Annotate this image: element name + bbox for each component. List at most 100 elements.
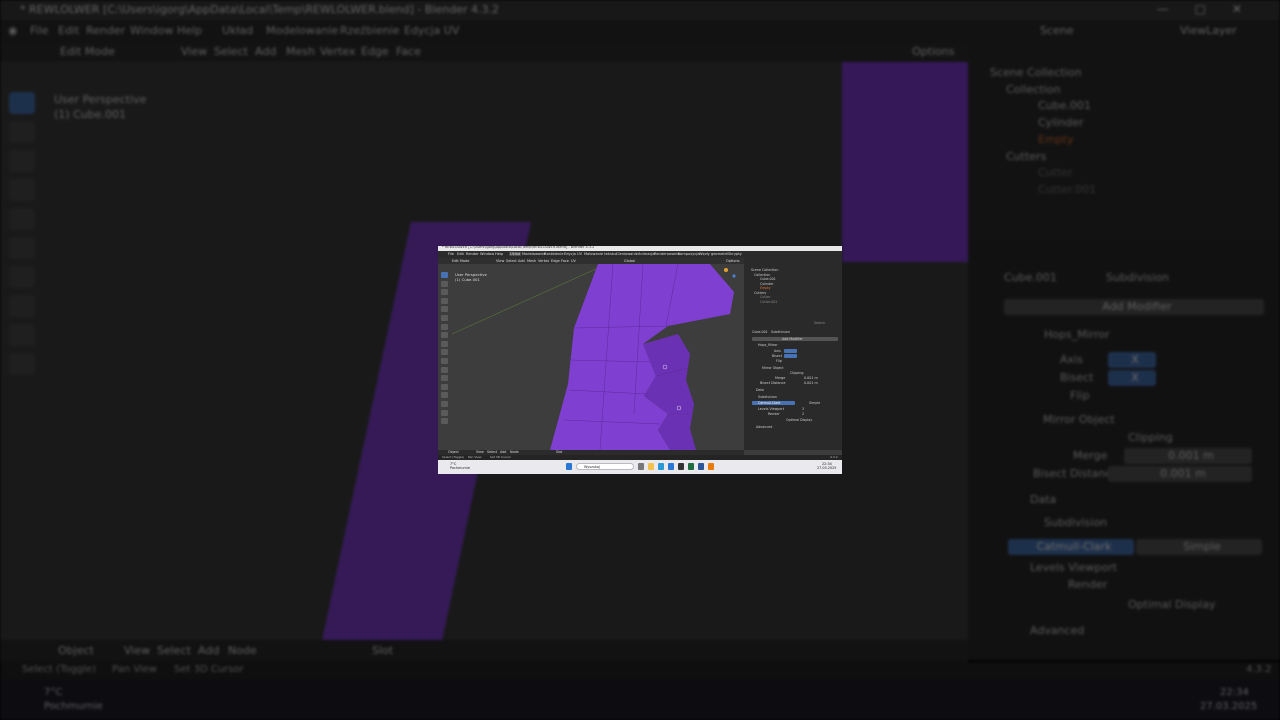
workspace-tab-rzezbienie[interactable]: Rzeźbienie bbox=[340, 24, 400, 37]
inset-tab-renderowanie[interactable]: Renderowanie bbox=[654, 252, 680, 256]
editor-view[interactable]: View bbox=[124, 644, 150, 657]
inset-head-face[interactable]: Face bbox=[561, 259, 569, 263]
inset-editor-slot[interactable]: Slot bbox=[556, 450, 562, 454]
inset-scale-tool-icon[interactable] bbox=[441, 306, 448, 313]
inset-editor-add[interactable]: Add bbox=[500, 450, 506, 454]
inset-menu-render[interactable]: Render bbox=[466, 252, 479, 256]
transform-tool-icon[interactable] bbox=[9, 237, 35, 259]
inset-outliner-cutters[interactable]: Cutters bbox=[754, 291, 766, 295]
inset-select-tool-icon[interactable] bbox=[441, 272, 448, 278]
workspace-tab-edycja[interactable]: Edycja UV bbox=[404, 24, 459, 37]
menu-help[interactable]: Help bbox=[177, 24, 202, 37]
inset-taskview-icon[interactable] bbox=[638, 463, 644, 470]
editor-node[interactable]: Node bbox=[228, 644, 257, 657]
annotate-tool-icon[interactable] bbox=[9, 266, 35, 288]
inset-menu-edit[interactable]: Edit bbox=[457, 252, 464, 256]
inset-cursor-tool-icon[interactable] bbox=[441, 280, 448, 287]
inset-tab-cieniowanie[interactable]: Cieniowanie bbox=[616, 252, 638, 256]
header-vertex[interactable]: Vertex bbox=[320, 45, 355, 58]
inset-tab-uklad[interactable]: Układ bbox=[509, 252, 522, 256]
inset-subdivision-name[interactable]: Subdivision bbox=[758, 395, 777, 399]
data-subpanel[interactable]: Data bbox=[1030, 493, 1056, 506]
bisect-distance-field[interactable]: 0.001 m bbox=[1108, 466, 1252, 482]
mirror-bisect-x[interactable]: X bbox=[1108, 370, 1156, 386]
inset-tab-edycja-uv[interactable]: Edycja UV bbox=[564, 252, 582, 256]
inset-advanced[interactable]: Advanced bbox=[756, 425, 772, 429]
inset-merge-value[interactable]: 0.001 m bbox=[804, 376, 818, 380]
inset-menu-help[interactable]: Help bbox=[495, 252, 503, 256]
mirror-axis-x[interactable]: X bbox=[1108, 352, 1156, 368]
workspace-tab-uklad[interactable]: Układ bbox=[222, 24, 253, 37]
inset-3d-viewport[interactable]: User Perspective (1) Cube.001 bbox=[438, 264, 744, 450]
inset-menu-file[interactable]: File bbox=[448, 252, 454, 256]
merge-field[interactable]: 0.001 m bbox=[1124, 448, 1252, 464]
inset-render-value[interactable]: 2 bbox=[802, 412, 804, 416]
inset-add-modifier[interactable]: Add Modifier bbox=[782, 337, 803, 341]
header-edge[interactable]: Edge bbox=[361, 45, 389, 58]
inset-options[interactable]: Options bbox=[726, 259, 740, 263]
inset-word-icon[interactable] bbox=[698, 463, 704, 470]
outliner-cutter-001[interactable]: Cutter.001 bbox=[1038, 183, 1096, 196]
inset-knife-icon[interactable] bbox=[441, 383, 448, 390]
inset-catmull[interactable]: Catmull-Clark bbox=[758, 401, 780, 405]
scale-tool-icon[interactable] bbox=[9, 208, 35, 230]
inset-editor-view[interactable]: View bbox=[476, 450, 484, 454]
inset-menu-window[interactable]: Window bbox=[480, 252, 494, 256]
outliner-empty[interactable]: Empty bbox=[1038, 133, 1073, 146]
inset-inset-icon[interactable] bbox=[441, 357, 448, 364]
inset-loopcut-icon[interactable] bbox=[441, 375, 448, 382]
inset-head-mesh[interactable]: Mesh bbox=[527, 259, 536, 263]
inset-head-add[interactable]: Add bbox=[518, 259, 525, 263]
inset-transform-tool-icon[interactable] bbox=[441, 314, 448, 321]
editor-slot[interactable]: Slot bbox=[372, 644, 393, 657]
inset-head-uv[interactable]: UV bbox=[571, 259, 576, 263]
inset-mode[interactable]: Edit Mode bbox=[452, 259, 469, 263]
scene-selector[interactable]: Scene bbox=[1040, 24, 1074, 37]
inset-add-cube-icon[interactable] bbox=[441, 340, 448, 347]
inset-rotate-tool-icon[interactable] bbox=[441, 297, 448, 304]
inset-editor-mode[interactable]: Object bbox=[448, 450, 459, 454]
outliner-collection[interactable]: Collection bbox=[1006, 83, 1060, 96]
menu-file[interactable]: File bbox=[30, 24, 48, 37]
cursor-tool-icon[interactable] bbox=[9, 121, 35, 143]
inset-extrude-icon[interactable] bbox=[441, 349, 448, 356]
inset-mail-icon[interactable] bbox=[668, 463, 674, 470]
inset-tab-wezly[interactable]: Węzły geometrii bbox=[699, 252, 728, 256]
inset-shrink-icon[interactable] bbox=[441, 418, 448, 425]
inset-bisect-x[interactable] bbox=[784, 354, 797, 358]
workspace-tab-modelowanie[interactable]: Modelowanie bbox=[266, 24, 338, 37]
advanced-subpanel[interactable]: Advanced bbox=[1030, 624, 1084, 637]
inset-transform[interactable]: Global bbox=[624, 259, 635, 263]
inset-start-icon[interactable] bbox=[566, 463, 572, 470]
mode-selector[interactable]: Edit Mode bbox=[60, 45, 115, 58]
inset-search-text[interactable]: Wyszukaj bbox=[584, 465, 600, 469]
inset-outliner-empty[interactable]: Empty bbox=[760, 286, 771, 290]
inset-editor-select[interactable]: Select bbox=[487, 450, 497, 454]
inset-outliner-cylinder[interactable]: Cylinder bbox=[760, 282, 774, 286]
inset-app-icon[interactable] bbox=[678, 463, 684, 470]
inset-spin-icon[interactable] bbox=[441, 400, 448, 407]
select-tool-icon[interactable] bbox=[9, 92, 35, 114]
inset-tab-kompozycja[interactable]: Kompozycja bbox=[678, 252, 700, 256]
outliner-root[interactable]: Scene Collection bbox=[990, 66, 1081, 79]
outliner-cutters[interactable]: Cutters bbox=[1006, 150, 1046, 163]
inset-tab-animacja[interactable]: Animacja bbox=[638, 252, 655, 256]
mirror-modifier-name[interactable]: Hops_Mirror bbox=[1044, 328, 1110, 341]
inset-outliner-root[interactable]: Scene Collection bbox=[751, 268, 778, 272]
inset-editor-node[interactable]: Node bbox=[510, 450, 519, 454]
outliner-cutter[interactable]: Cutter bbox=[1038, 166, 1073, 179]
menu-render[interactable]: Render bbox=[86, 24, 125, 37]
inset-head-view[interactable]: View bbox=[496, 259, 504, 263]
inset-explorer-icon[interactable] bbox=[648, 463, 654, 470]
extrude-tool-icon[interactable] bbox=[9, 353, 35, 375]
inset-store-icon[interactable] bbox=[658, 463, 664, 470]
inset-move-tool-icon[interactable] bbox=[441, 289, 448, 296]
inset-axis-x[interactable] bbox=[784, 349, 797, 353]
inset-outliner-collection[interactable]: Collection bbox=[754, 273, 770, 277]
inset-bisect-distance-value[interactable]: 0.001 m bbox=[804, 381, 818, 385]
inset-mirror-name[interactable]: Hops_Mirror bbox=[758, 343, 778, 347]
inset-levels-viewport-value[interactable]: 3 bbox=[802, 407, 804, 411]
inset-smooth-icon[interactable] bbox=[441, 409, 448, 416]
inset-data[interactable]: Data bbox=[756, 388, 764, 392]
inset-head-edge[interactable]: Edge bbox=[551, 259, 560, 263]
